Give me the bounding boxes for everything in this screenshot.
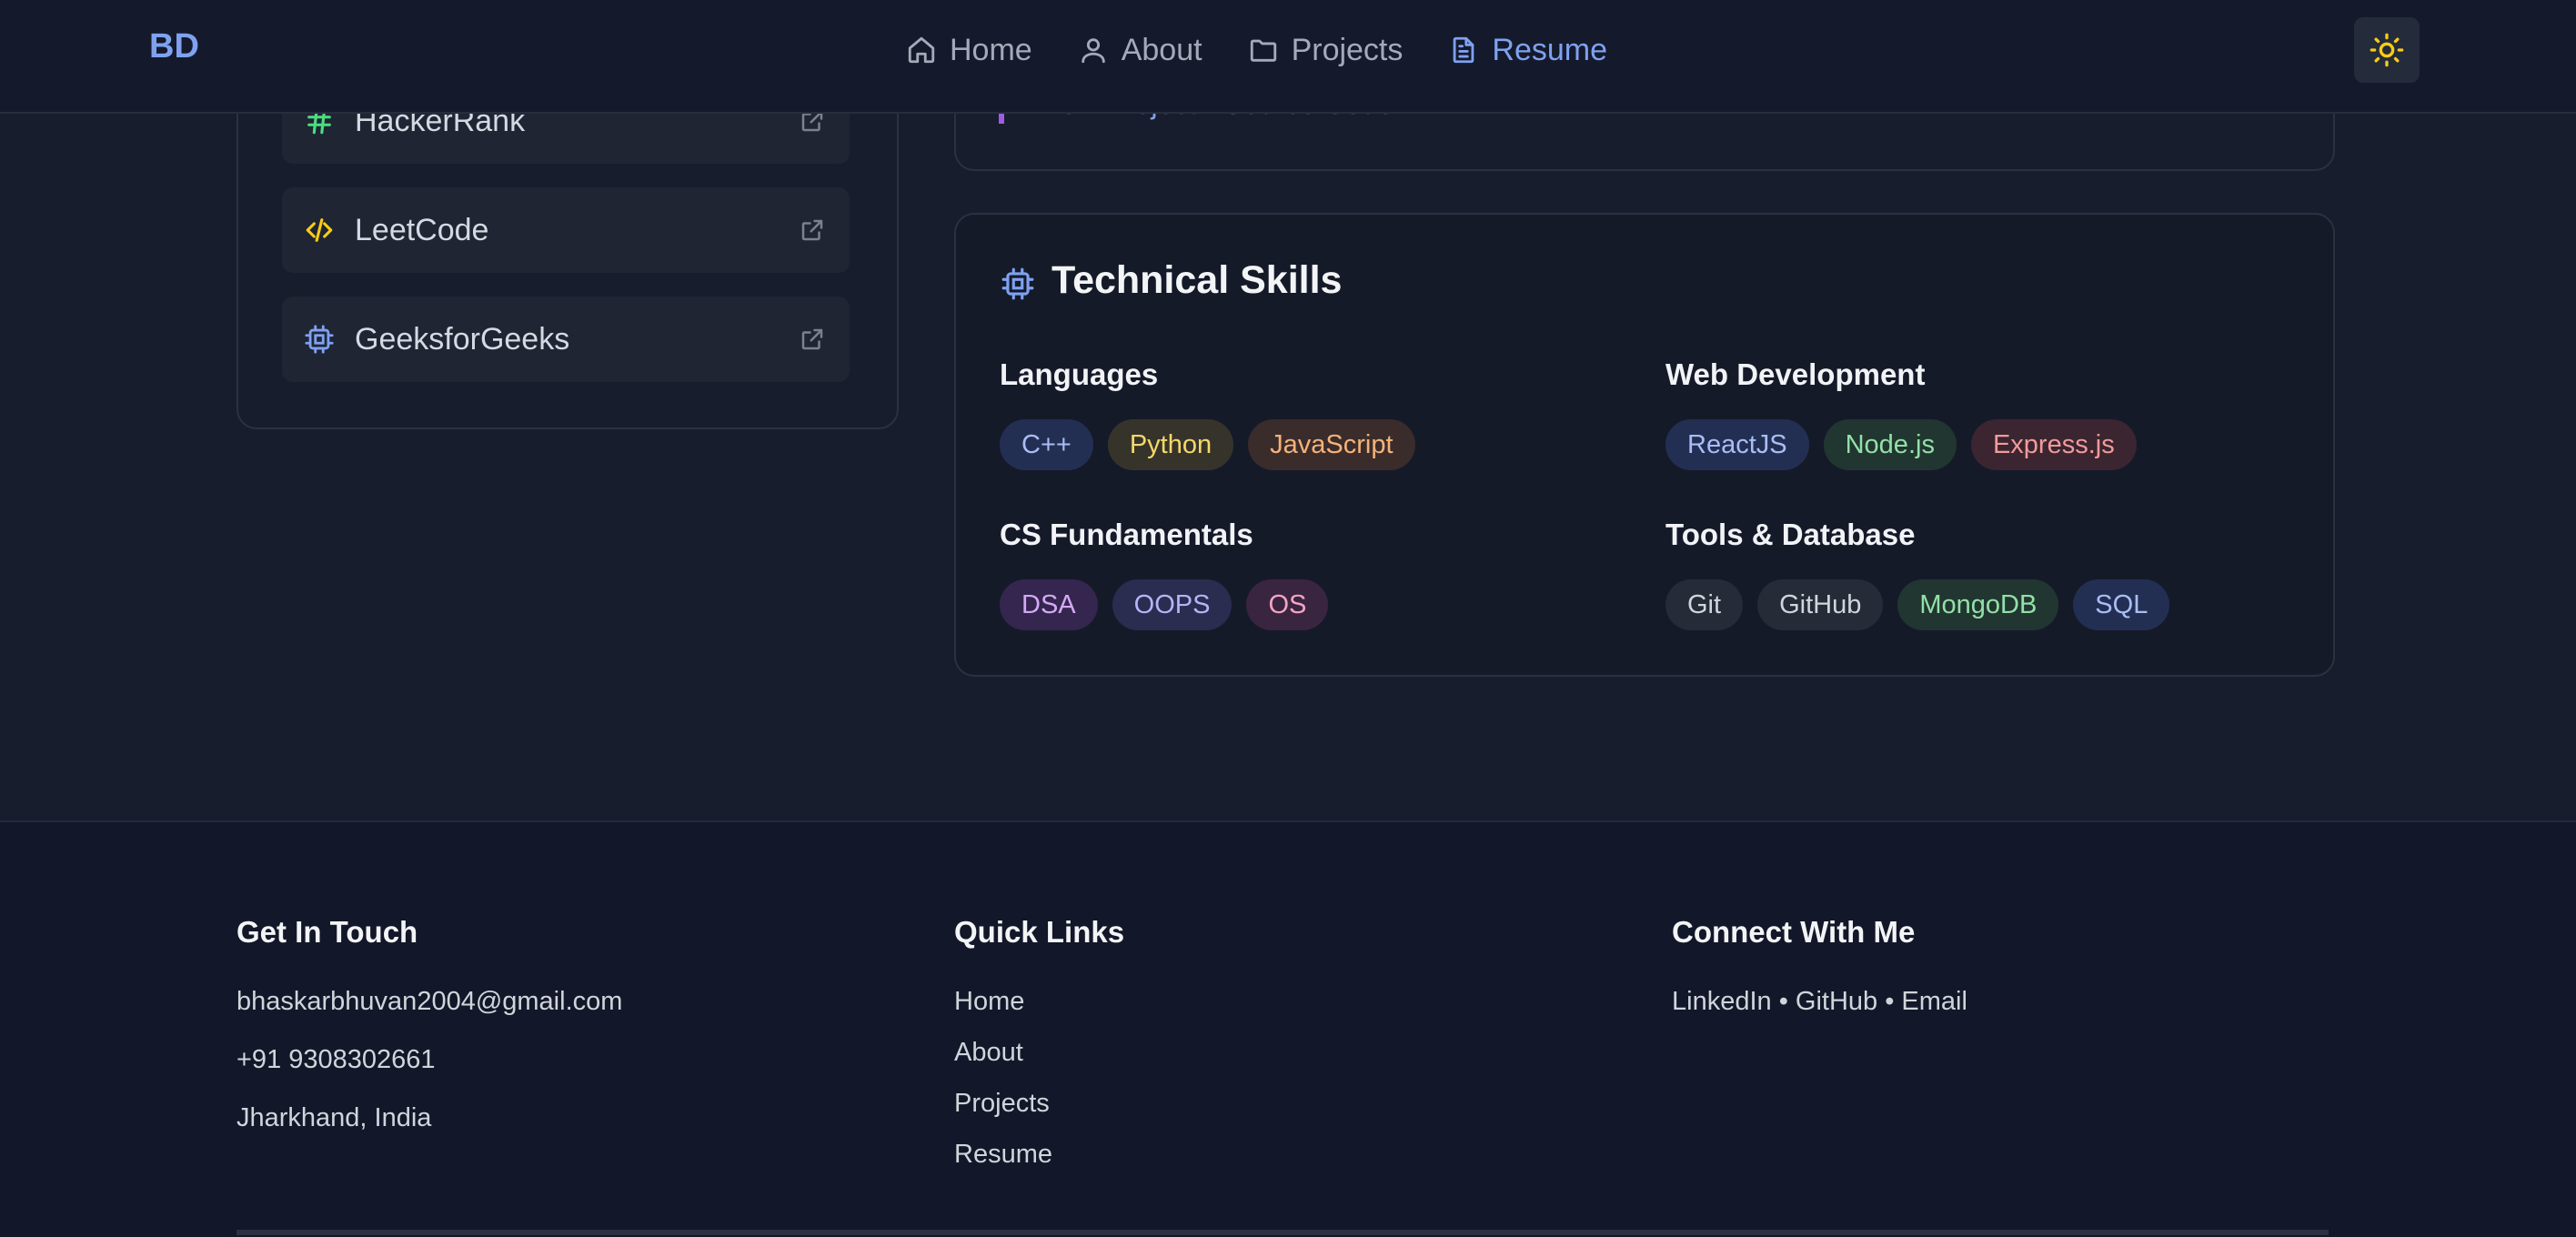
skill-group-title-tools: Tools & Database [1665,518,1916,551]
chip-row-cs: DSA OOPS OS [1000,579,1329,630]
sun-icon [2370,33,2404,67]
skill-chip: MongoDB [1897,579,2059,630]
skill-chip: JavaScript [1248,419,1415,470]
site-footer [0,820,2576,1237]
cpu-icon [305,325,334,354]
nav-link-label: Projects [1291,32,1404,67]
nav-links: Home About Projects Resume [906,27,1607,73]
skill-chip: C++ [1000,419,1093,470]
top-navbar: BD Home About Projects Resume [0,0,2576,114]
chip-row-tools: Git GitHub MongoDB SQL [1665,579,2170,630]
skill-group-title-languages: Languages [1000,357,1159,391]
profile-label: GeeksforGeeks [355,321,570,357]
profile-label: LeetCode [355,212,489,247]
user-icon [1081,38,1105,64]
skill-chip: Express.js [1970,419,2137,470]
code-icon [306,218,333,242]
nav-link-label: Resume [1492,32,1607,67]
folder-icon [1250,39,1276,62]
footer-link-resume[interactable]: Resume [954,1140,1052,1170]
theme-toggle-button[interactable] [2354,17,2420,83]
skills-section-title: Technical Skills [1052,258,1343,302]
skill-chip: DSA [1000,579,1098,630]
footer-location: Jharkhand, India [236,1103,432,1132]
chip-row-web: ReactJS Node.js Express.js [1665,419,2137,470]
footer-link-home[interactable]: Home [954,987,1024,1017]
skill-chip: SQL [2073,579,2170,630]
footer-email[interactable]: bhaskarbhuvan2004@gmail.com [236,987,622,1017]
profile-link-geeksforgeeks[interactable]: GeeksforGeeks [282,297,850,382]
external-link-icon [801,328,823,350]
skill-chip: Node.js [1823,419,1957,470]
home-icon [908,36,935,64]
nav-link-home[interactable]: Home [906,27,1032,73]
nav-link-projects[interactable]: Projects [1248,27,1404,73]
footer-contact-title: Get In Touch [236,915,418,949]
skill-chip: Python [1107,419,1234,470]
footer-phone[interactable]: +91 9308302661 [236,1045,436,1075]
footer-link-about[interactable]: About [954,1038,1023,1068]
nav-link-about[interactable]: About [1078,27,1202,73]
footer-connect-title: Connect With Me [1672,915,1916,949]
skill-group-title-web: Web Development [1665,357,1926,391]
skill-chip: Git [1665,579,1744,630]
skill-chip: OS [1246,579,1329,630]
external-link-icon [801,219,823,241]
skill-chip: GitHub [1757,579,1884,630]
nav-link-label: Home [950,32,1032,67]
footer-link-projects[interactable]: Projects [954,1089,1050,1119]
skill-group-title-cs: CS Fundamentals [1000,518,1253,551]
skill-chip: ReactJS [1665,419,1809,470]
footer-quick-links-title: Quick Links [954,915,1125,949]
cpu-icon [1001,267,1034,300]
file-text-icon [1454,36,1474,64]
footer-bottom-divider [236,1230,2329,1235]
brand-logo[interactable]: BD [149,27,199,66]
profile-link-leetcode[interactable]: LeetCode [282,187,850,273]
footer-social-links[interactable]: LinkedIn • GitHub • Email [1672,987,1967,1017]
chip-row-languages: C++ Python JavaScript [1000,419,1415,470]
skill-chip: OOPS [1112,579,1233,630]
nav-link-resume[interactable]: Resume [1448,27,1607,73]
nav-link-label: About [1121,32,1202,67]
